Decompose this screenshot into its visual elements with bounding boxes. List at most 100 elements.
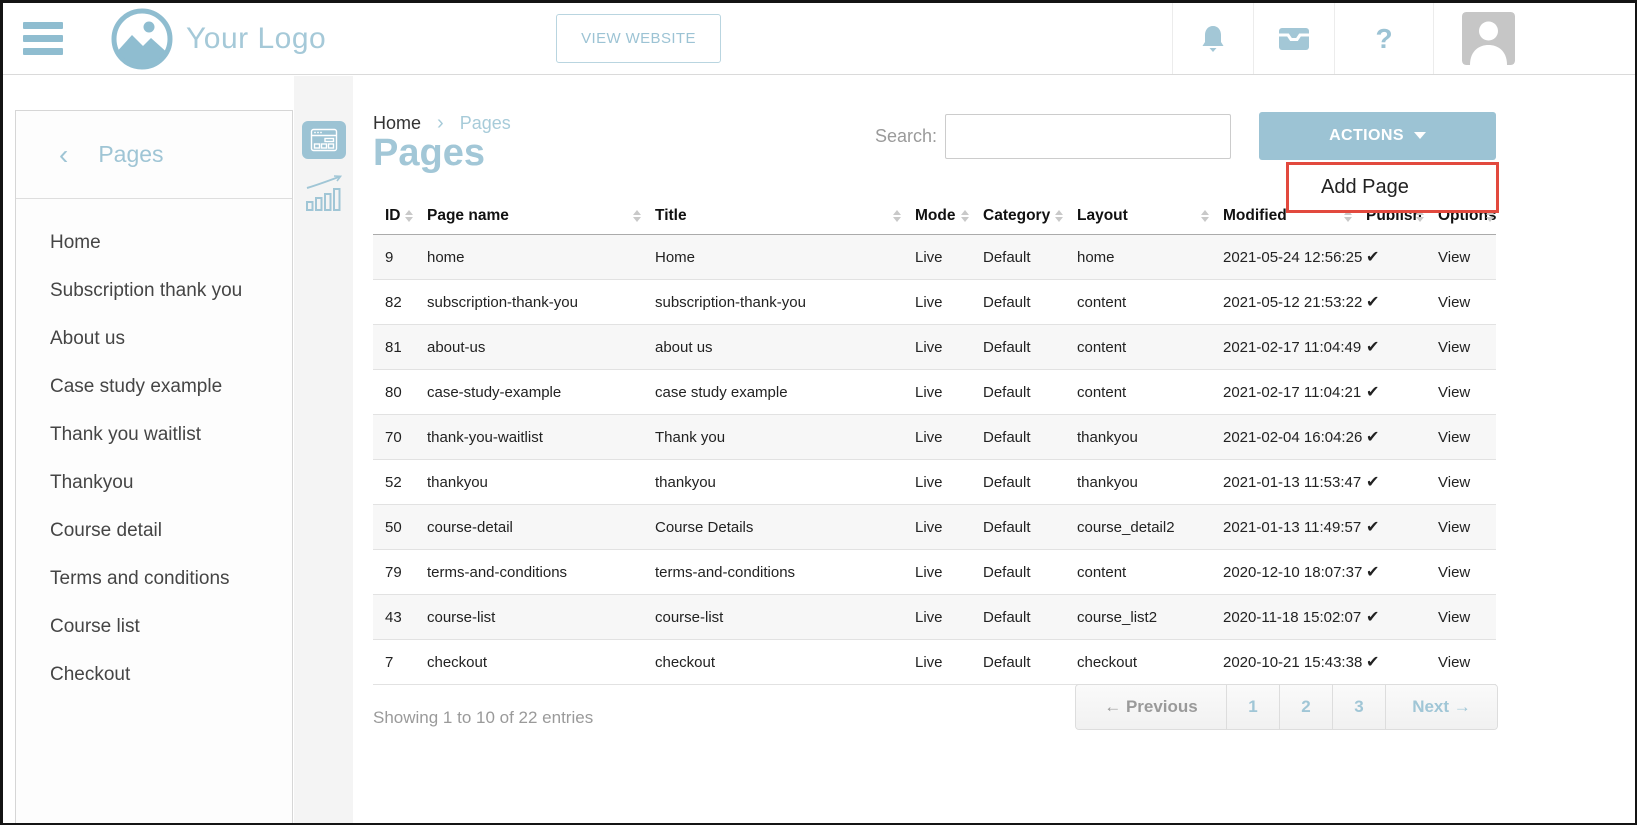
logo-image-icon[interactable] <box>110 7 174 71</box>
cell-layout: content <box>1065 370 1211 415</box>
user-avatar[interactable] <box>1433 3 1635 74</box>
sort-arrows-icon <box>1201 210 1209 222</box>
header-right-group: ? <box>1172 3 1635 74</box>
sidebar-item[interactable]: About us <box>16 315 292 363</box>
table-row: 81about-usabout usLiveDefaultcontent2021… <box>373 325 1496 370</box>
view-link[interactable]: View <box>1426 280 1496 325</box>
breadcrumb-home-link[interactable]: Home <box>373 113 421 134</box>
cell-mode: Live <box>903 505 971 550</box>
publish-checkmark-icon[interactable]: ✔ <box>1354 280 1426 325</box>
actions-dropdown-menu: Add Page <box>1286 162 1499 213</box>
publish-checkmark-icon[interactable]: ✔ <box>1354 235 1426 280</box>
top-header: Your Logo VIEW WEBSITE ? <box>3 3 1635 75</box>
cell-title: case study example <box>643 370 903 415</box>
stats-module-button[interactable] <box>302 175 346 213</box>
sidebar-item[interactable]: Course detail <box>16 507 292 555</box>
publish-checkmark-icon[interactable]: ✔ <box>1354 370 1426 415</box>
column-header-category[interactable]: Category <box>971 197 1065 235</box>
sidebar-item[interactable]: Case study example <box>16 363 292 411</box>
view-link[interactable]: View <box>1426 550 1496 595</box>
pagination-next-button[interactable]: Next → <box>1385 685 1497 729</box>
person-icon <box>1462 12 1515 65</box>
cell-id: 43 <box>373 595 415 640</box>
sidebar-item[interactable]: Checkout <box>16 651 292 699</box>
view-link[interactable]: View <box>1426 325 1496 370</box>
publish-checkmark-icon[interactable]: ✔ <box>1354 325 1426 370</box>
add-page-menu-item[interactable]: Add Page <box>1289 176 1409 199</box>
pagination-previous-button[interactable]: ← Previous <box>1076 685 1226 729</box>
hamburger-menu-icon[interactable] <box>23 16 63 61</box>
table-row: 43course-listcourse-listLiveDefaultcours… <box>373 595 1496 640</box>
cell-category: Default <box>971 505 1065 550</box>
cell-mode: Live <box>903 280 971 325</box>
logo-text: Your Logo <box>186 22 326 56</box>
publish-checkmark-icon[interactable]: ✔ <box>1354 550 1426 595</box>
cell-layout: thankyou <box>1065 415 1211 460</box>
cell-modified: 2020-11-18 15:02:07 <box>1211 595 1354 640</box>
cell-page-name: home <box>415 235 643 280</box>
column-header-page-name[interactable]: Page name <box>415 197 643 235</box>
sidebar-item[interactable]: Thankyou <box>16 459 292 507</box>
inbox-button[interactable] <box>1253 3 1334 74</box>
view-link[interactable]: View <box>1426 640 1496 685</box>
view-link[interactable]: View <box>1426 595 1496 640</box>
cell-mode: Live <box>903 370 971 415</box>
pagination-page-2-button[interactable]: 2 <box>1279 685 1332 729</box>
view-website-button[interactable]: VIEW WEBSITE <box>556 14 721 63</box>
actions-dropdown-button[interactable]: ACTIONS <box>1259 112 1496 160</box>
column-header-id[interactable]: ID <box>373 197 415 235</box>
cell-id: 70 <box>373 415 415 460</box>
cell-layout: home <box>1065 235 1211 280</box>
cell-id: 52 <box>373 460 415 505</box>
cell-id: 81 <box>373 325 415 370</box>
notifications-button[interactable] <box>1172 3 1253 74</box>
cell-mode: Live <box>903 460 971 505</box>
column-header-layout[interactable]: Layout <box>1065 197 1211 235</box>
pagination-page-1-button[interactable]: 1 <box>1226 685 1279 729</box>
cell-page-name: subscription-thank-you <box>415 280 643 325</box>
pagination: ← Previous 123Next → <box>1075 684 1498 730</box>
sidebar-item[interactable]: Course list <box>16 603 292 651</box>
publish-checkmark-icon[interactable]: ✔ <box>1354 640 1426 685</box>
avatar-image <box>1462 12 1515 65</box>
view-link[interactable]: View <box>1426 505 1496 550</box>
cell-modified: 2020-10-21 15:43:38 <box>1211 640 1354 685</box>
sidebar-item[interactable]: Terms and conditions <box>16 555 292 603</box>
cell-page-name: thankyou <box>415 460 643 505</box>
pagination-page-3-button[interactable]: 3 <box>1332 685 1385 729</box>
table-row: 52thankyouthankyouLiveDefaultthankyou202… <box>373 460 1496 505</box>
sidebar-item[interactable]: Thank you waitlist <box>16 411 292 459</box>
table-row: 79terms-and-conditionsterms-and-conditio… <box>373 550 1496 595</box>
sidebar-header[interactable]: ‹ Pages <box>16 111 292 199</box>
help-button[interactable]: ? <box>1334 3 1433 74</box>
publish-checkmark-icon[interactable]: ✔ <box>1354 595 1426 640</box>
cell-layout: course_list2 <box>1065 595 1211 640</box>
column-header-title[interactable]: Title <box>643 197 903 235</box>
sidebar-item[interactable]: Subscription thank you <box>16 267 292 315</box>
cell-layout: content <box>1065 550 1211 595</box>
table-row: 7checkoutcheckoutLiveDefaultcheckout2020… <box>373 640 1496 685</box>
view-link[interactable]: View <box>1426 460 1496 505</box>
sort-arrows-icon <box>405 210 413 222</box>
publish-checkmark-icon[interactable]: ✔ <box>1354 460 1426 505</box>
cell-modified: 2021-05-24 12:56:25 <box>1211 235 1354 280</box>
table-row: 82subscription-thank-yousubscription-tha… <box>373 280 1496 325</box>
cell-category: Default <box>971 370 1065 415</box>
pages-module-button[interactable] <box>302 121 346 159</box>
view-link[interactable]: View <box>1426 235 1496 280</box>
sidebar-item[interactable]: Home <box>16 219 292 267</box>
cell-mode: Live <box>903 640 971 685</box>
publish-checkmark-icon[interactable]: ✔ <box>1354 415 1426 460</box>
back-chevron-icon: ‹ <box>59 141 68 169</box>
column-header-mode[interactable]: Mode <box>903 197 971 235</box>
cell-layout: course_detail2 <box>1065 505 1211 550</box>
cell-mode: Live <box>903 415 971 460</box>
search-input[interactable] <box>945 114 1231 159</box>
view-link[interactable]: View <box>1426 370 1496 415</box>
bell-icon <box>1198 23 1228 55</box>
cell-id: 82 <box>373 280 415 325</box>
view-link[interactable]: View <box>1426 415 1496 460</box>
caret-down-icon <box>1414 132 1426 139</box>
publish-checkmark-icon[interactable]: ✔ <box>1354 505 1426 550</box>
pages-window-icon <box>310 128 338 152</box>
